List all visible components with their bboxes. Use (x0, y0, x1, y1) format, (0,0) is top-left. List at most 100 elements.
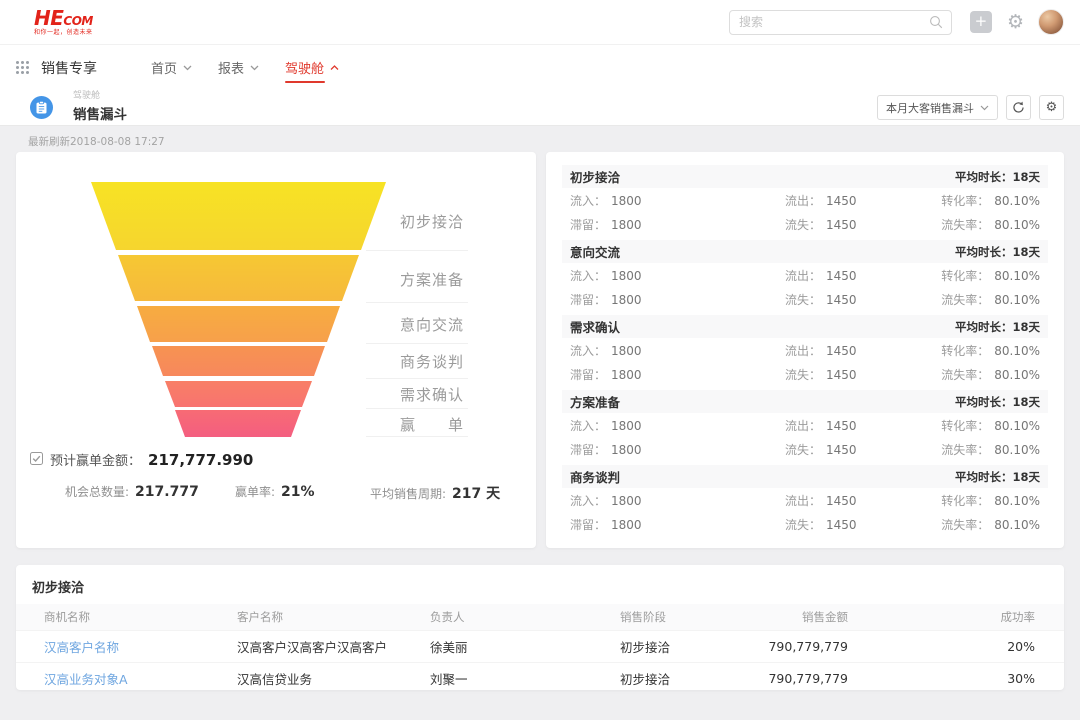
table-row: 汉高业务对象A 汉高信贷业务 刘聚一 初步接洽 790,779,779 30% (16, 662, 1064, 690)
divider (366, 250, 468, 251)
navbar: 销售专享 首页 报表 驾驶舱 (0, 45, 1080, 90)
funnel-card: 初步接洽 方案准备 意向交流 商务谈判 需求确认 赢 单 预计赢单金额： 217… (16, 152, 536, 548)
page-header: 驾驶舱 销售漏斗 本月大客销售漏斗 ⚙ (0, 90, 1080, 126)
customer-cell: 汉高信贷业务 (237, 669, 430, 688)
stat-avg-cycle: 平均销售周期:217 天 (370, 483, 500, 503)
funnel-filter-select[interactable]: 本月大客销售漏斗 (877, 95, 998, 120)
stage-section-header: 方案准备 平均时长：18天 (562, 390, 1048, 413)
stage-cell: 初步接洽 (620, 669, 730, 688)
nav-item-cockpit-active[interactable]: 驾驶舱 (285, 45, 339, 90)
stage-section-header: 意向交流 平均时长：18天 (562, 240, 1048, 263)
stage-detail-card: 初步接洽 平均时长：18天 流入：1800 流出：1450 转化率：80.10%… (546, 152, 1064, 548)
settings-icon[interactable]: ⚙ (1007, 13, 1024, 32)
stat-win-rate: 赢单率:21% (235, 483, 315, 500)
page-header-texts: 驾驶舱 销售漏斗 (73, 92, 127, 123)
stage-section-header: 需求确认 平均时长：18天 (562, 315, 1048, 338)
funnel-segment (175, 410, 301, 437)
breadcrumb: 驾驶舱 (73, 92, 127, 102)
refresh-button[interactable] (1006, 95, 1031, 120)
rate-cell: 20% (848, 639, 1035, 654)
logo[interactable]: HECOM 和你一起，创造未来 (34, 8, 93, 36)
gear-icon: ⚙ (1046, 101, 1058, 114)
divider (366, 343, 468, 344)
funnel-stage-label: 赢 单 (400, 414, 464, 435)
opportunity-link[interactable]: 汉高客户名称 (44, 637, 237, 656)
rate-cell: 30% (848, 671, 1035, 686)
settings-button[interactable]: ⚙ (1039, 95, 1064, 120)
nav-item-home[interactable]: 首页 (151, 45, 192, 90)
funnel-segment (165, 381, 312, 407)
col-success-rate: 成功率 (848, 609, 1035, 625)
stage-cell: 初步接洽 (620, 637, 730, 656)
stage-section-row: 滞留：1800 流失：1450 流失率：80.10% (562, 512, 1048, 536)
funnel-stage-label: 初步接洽 (400, 211, 464, 232)
expected-amount-label: 预计赢单金额： (50, 450, 141, 469)
add-button[interactable]: + (970, 11, 992, 33)
col-sales-stage: 销售阶段 (620, 609, 730, 625)
stage-section: 需求确认 平均时长：18天 流入：1800 流出：1450 转化率：80.10%… (562, 315, 1048, 386)
funnel-stage-label: 商务谈判 (400, 351, 464, 372)
apps-grid-icon[interactable] (16, 61, 29, 74)
nav-item-reports[interactable]: 报表 (218, 45, 259, 90)
chevron-down-icon (183, 60, 192, 75)
search-input[interactable] (730, 15, 929, 29)
stage-section: 初步接洽 平均时长：18天 流入：1800 流出：1450 转化率：80.10%… (562, 165, 1048, 236)
stage-section-header: 商务谈判 平均时长：18天 (562, 465, 1048, 488)
expected-amount-value: 217,777.990 (148, 451, 253, 469)
stage-section: 商务谈判 平均时长：18天 流入：1800 流出：1450 转化率：80.10%… (562, 465, 1048, 536)
chevron-down-icon (980, 101, 989, 114)
dashboard-clipboard-icon (30, 96, 53, 119)
stage-section-header: 初步接洽 平均时长：18天 (562, 165, 1048, 188)
stage-section-row: 滞留：1800 流失：1450 流失率：80.10% (562, 437, 1048, 461)
stat-opportunity-count: 机会总数量:217.777 (65, 483, 199, 500)
funnel-segment (152, 346, 325, 376)
table-title: 初步接洽 (16, 565, 1064, 604)
workspace-label: 销售专享 (41, 58, 97, 78)
divider (366, 436, 468, 437)
stage-section-row: 流入：1800 流出：1450 转化率：80.10% (562, 338, 1048, 362)
checkbox-icon[interactable] (30, 450, 43, 469)
divider (366, 408, 468, 409)
search-box[interactable] (729, 10, 952, 35)
topbar: HECOM 和你一起，创造未来 + ⚙ (0, 0, 1080, 45)
opportunity-link[interactable]: 汉高业务对象A (44, 669, 237, 688)
page-header-actions: 本月大客销售漏斗 ⚙ (877, 95, 1064, 120)
customer-cell: 汉高客户汉高客户汉高客户 (237, 637, 430, 656)
funnel-segment (91, 182, 386, 250)
stage-section-row: 流入：1800 流出：1450 转化率：80.10% (562, 488, 1048, 512)
nav-cockpit-label: 驾驶舱 (285, 58, 324, 77)
funnel-stage-label: 意向交流 (400, 314, 464, 335)
search-icon[interactable] (929, 15, 943, 29)
amount-cell: 790,779,779 (730, 639, 848, 654)
nav-home-label: 首页 (151, 58, 177, 77)
page-title: 销售漏斗 (73, 103, 127, 123)
amount-cell: 790,779,779 (730, 671, 848, 686)
stage-section-row: 滞留：1800 流失：1450 流失率：80.10% (562, 362, 1048, 386)
divider (366, 302, 468, 303)
stage-section-row: 滞留：1800 流失：1450 流失率：80.10% (562, 212, 1048, 236)
col-opportunity-name: 商机名称 (44, 609, 237, 625)
stage-section-row: 流入：1800 流出：1450 转化率：80.10% (562, 413, 1048, 437)
expected-amount-row: 预计赢单金额： 217,777.990 (30, 450, 253, 469)
logo-text: HECOM (34, 8, 93, 28)
table-header-row: 商机名称 客户名称 负责人 销售阶段 销售金额 成功率 (16, 604, 1064, 630)
funnel-filter-value: 本月大客销售漏斗 (886, 100, 974, 116)
funnel-stage-label: 方案准备 (400, 269, 464, 290)
table-row: 汉高客户名称 汉高客户汉高客户汉高客户 徐美丽 初步接洽 790,779,779… (16, 630, 1064, 662)
funnel-segment (137, 306, 340, 342)
topbar-actions: + ⚙ (729, 9, 1064, 35)
funnel-stage-label: 需求确认 (400, 384, 464, 405)
nav-reports-label: 报表 (218, 58, 244, 77)
last-refresh-note: 最新刷新2018-08-08 17:27 (28, 134, 165, 149)
owner-cell: 刘聚一 (430, 669, 620, 688)
logo-tagline: 和你一起，创造未来 (34, 30, 93, 36)
stage-section: 意向交流 平均时长：18天 流入：1800 流出：1450 转化率：80.10%… (562, 240, 1048, 311)
stage-section-row: 流入：1800 流出：1450 转化率：80.10% (562, 263, 1048, 287)
avatar[interactable] (1038, 9, 1064, 35)
owner-cell: 徐美丽 (430, 637, 620, 656)
chevron-down-icon (250, 60, 259, 75)
stage-section-row: 滞留：1800 流失：1450 流失率：80.10% (562, 287, 1048, 311)
chevron-up-icon (330, 60, 339, 75)
col-customer-name: 客户名称 (237, 609, 430, 625)
divider (366, 378, 468, 379)
